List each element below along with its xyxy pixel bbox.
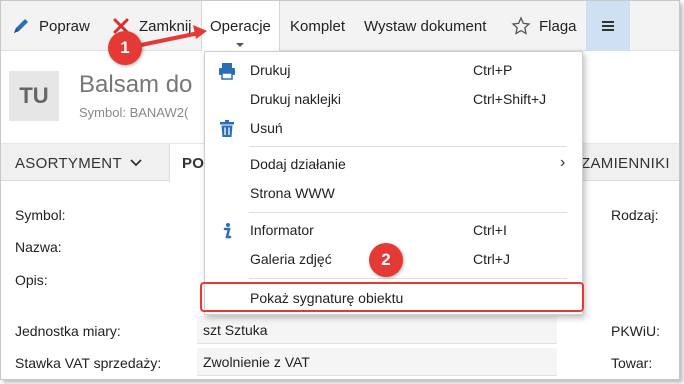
step-badge-2: 2 (369, 243, 403, 277)
step-badge-1: 1 (108, 31, 142, 65)
annotation-arrow (140, 25, 207, 47)
app-window: Popraw Zamknij Operacje Komplet Wystaw d… (0, 0, 680, 380)
